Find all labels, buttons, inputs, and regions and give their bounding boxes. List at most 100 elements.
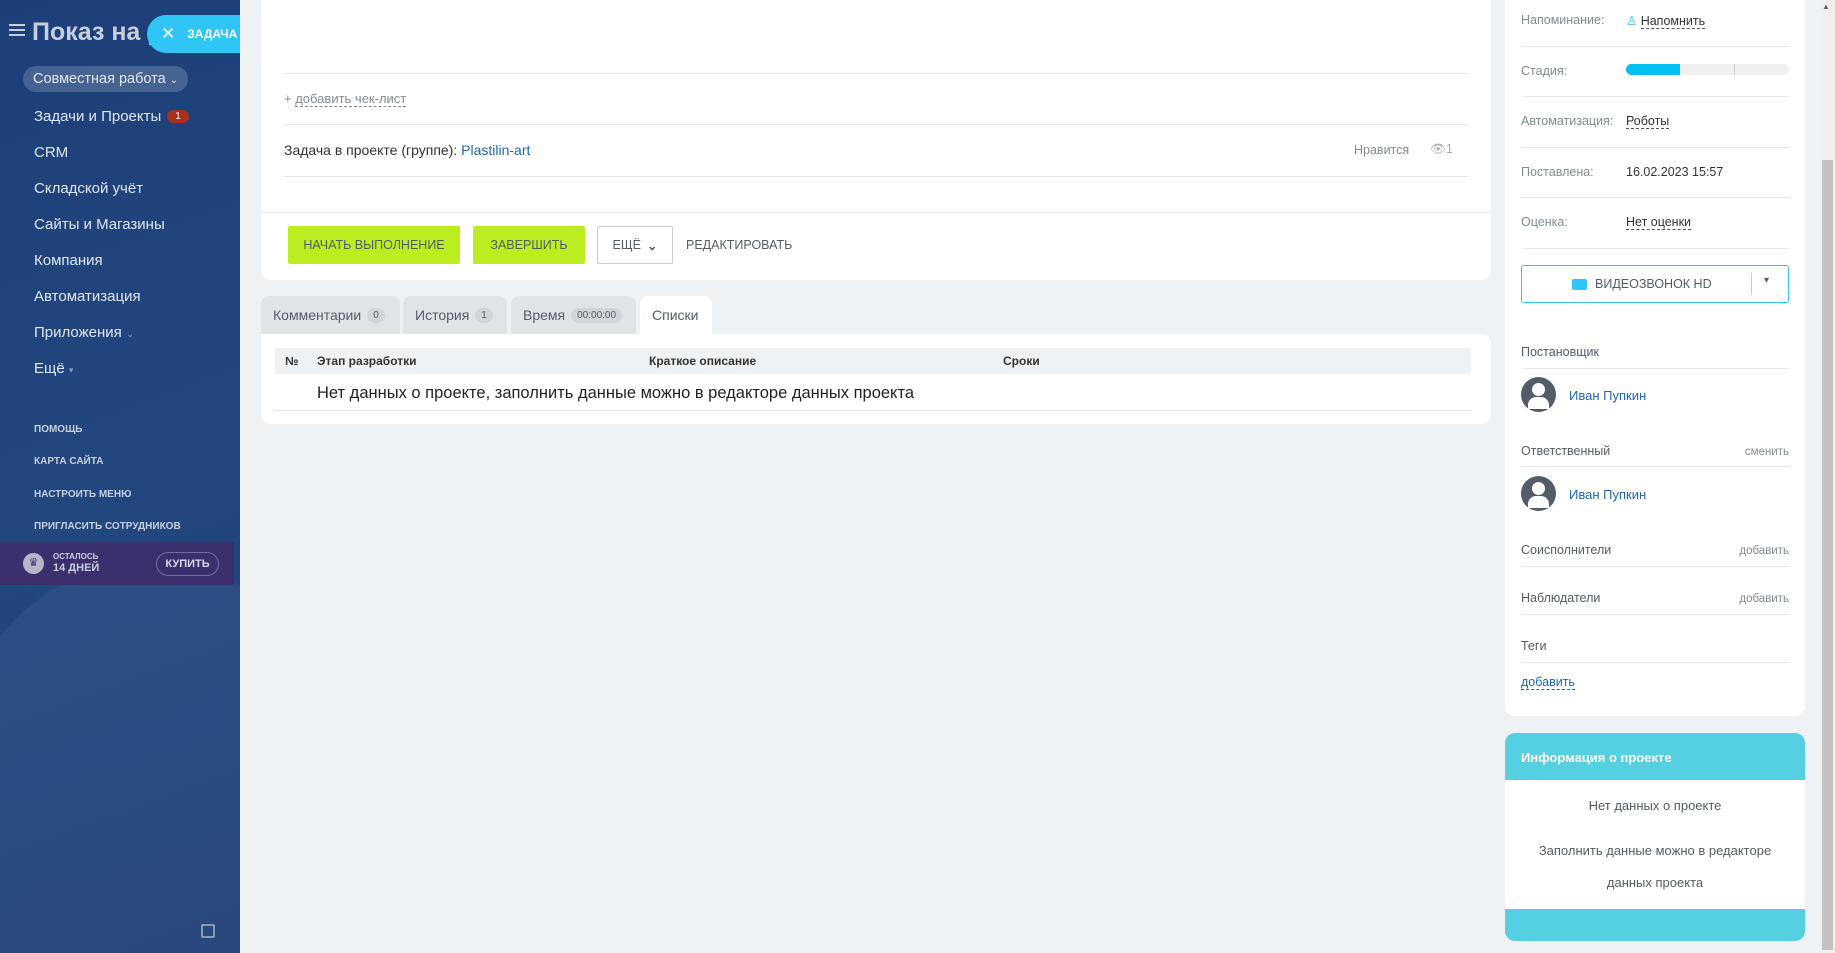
responsible-label: Ответственный [1521, 444, 1611, 458]
trial-banner: ♛ ОСТАЛОСЬ 14 ДНЕЙ КУПИТЬ [0, 542, 234, 585]
project-label: Задача в проекте (группе): [284, 142, 458, 158]
task-pill-label: ЗАДАЧА [187, 27, 238, 41]
sitemap-link[interactable]: КАРТА САЙТА [34, 456, 103, 467]
views-count: 1 [1445, 142, 1453, 156]
add-coexecutor-link[interactable]: добавить [1739, 545, 1789, 557]
stage-progress[interactable] [1626, 64, 1789, 75]
col-deadline: Сроки [1003, 354, 1040, 368]
table-header: № Этап разработки Краткое описание Сроки [275, 348, 1471, 374]
divider [1521, 197, 1789, 198]
add-tag-link[interactable]: добавить [1521, 675, 1575, 690]
tab-label: Время [523, 307, 566, 323]
label: Ещё [34, 360, 65, 377]
tab-history[interactable]: История 1 [403, 296, 507, 334]
help-link[interactable]: ПОМОЩЬ [34, 424, 82, 435]
tab-count: 00:00:00 [571, 307, 623, 323]
tags-label: Теги [1521, 639, 1547, 653]
trial-line2: 14 ДНЕЙ [53, 561, 100, 574]
add-checklist-label: добавить чек-лист [295, 91, 407, 107]
more-label: ЕЩЁ [612, 238, 641, 252]
project-info-hint: Заполнить данные можно в редакторе данны… [1538, 843, 1772, 890]
tab-label: Списки [652, 307, 699, 323]
label: Приложения [34, 324, 122, 341]
tab-label: Комментарии [273, 307, 362, 323]
robots-link[interactable]: Роботы [1626, 114, 1670, 129]
portal-title: Показ на р [32, 18, 152, 46]
change-responsible-link[interactable]: сменить [1745, 446, 1789, 458]
divider [1521, 466, 1789, 467]
sidebar-item-company[interactable]: Компания [34, 252, 103, 269]
sidebar-item-inventory[interactable]: Складской учёт [34, 180, 143, 197]
menu-icon[interactable] [9, 24, 25, 36]
caret-icon: ▾ [68, 365, 74, 375]
col-description: Краткое описание [649, 354, 757, 368]
close-task-button[interactable]: ✕ ЗАДАЧА [147, 15, 240, 53]
label: Задачи и Проекты [34, 108, 162, 125]
responsible-link[interactable]: Иван Пупкин [1569, 487, 1646, 502]
tab-label: История [415, 307, 470, 323]
bell-icon: ♙ [1626, 14, 1638, 28]
sidebar-item-automation[interactable]: Автоматизация [34, 288, 141, 305]
col-number: № [285, 354, 299, 368]
tab-count: 0 [367, 307, 385, 323]
views-counter: 👁1 [1430, 142, 1453, 157]
divider [1521, 614, 1789, 615]
divider [1521, 662, 1789, 663]
tab-time[interactable]: Время 00:00:00 [511, 296, 636, 334]
divider [284, 176, 1468, 177]
caret-down-icon[interactable]: ▾ [1764, 275, 1769, 286]
divider [275, 410, 1471, 411]
coexecutors-label: Соисполнители [1521, 543, 1612, 557]
buy-button[interactable]: КУПИТЬ [156, 552, 219, 576]
col-stage: Этап разработки [317, 354, 417, 368]
reminder-value: Напомнить [1640, 14, 1706, 29]
start-button[interactable]: НАЧАТЬ ВЫПОЛНЕНИЕ [288, 226, 460, 264]
rating-link[interactable]: Нет оценки [1626, 215, 1692, 230]
sidebar-item-crm[interactable]: CRM [34, 144, 68, 161]
reminder-label: Напоминание: [1521, 13, 1605, 27]
project-info-card: Информация о проекте Нет данных о проект… [1505, 733, 1805, 941]
close-icon: ✕ [161, 24, 176, 43]
sidebar: Показ на р ✕ ЗАДАЧА Совместная работа ⌄ З… [0, 0, 240, 953]
empty-table-message: Нет данных о проекте, заполнить данные м… [317, 384, 915, 402]
divider [284, 73, 1468, 74]
printer-icon[interactable] [201, 924, 215, 938]
project-link[interactable]: Plastilin-art [461, 142, 530, 158]
divider [1521, 248, 1789, 249]
chevron-down-icon: ⌄ [125, 329, 135, 340]
scrollbar-thumb[interactable] [1822, 160, 1833, 950]
camera-icon [1572, 278, 1587, 290]
created-value: 16.02.2023 15:57 [1626, 165, 1724, 179]
scroll-up-icon[interactable]: ▲ [1822, 2, 1830, 11]
created-label: Поставлена: [1521, 165, 1594, 179]
creator-link[interactable]: Иван Пупкин [1569, 388, 1646, 403]
add-checklist-link[interactable]: + добавить чек-лист [284, 91, 407, 107]
video-call-button[interactable]: ВИДЕОЗВОНОК HD ▾ [1521, 265, 1789, 303]
group-selector[interactable]: Совместная работа ⌄ [23, 66, 189, 92]
more-button[interactable]: ЕЩЁ ⌄ [597, 226, 673, 264]
tab-comments[interactable]: Комментарии 0 [261, 296, 400, 334]
invite-link[interactable]: ПРИГЛАСИТЬ СОТРУДНИКОВ [34, 521, 181, 532]
add-observer-link[interactable]: добавить [1739, 593, 1789, 605]
sidebar-item-tasks[interactable]: Задачи и Проекты 1 [34, 108, 189, 125]
crown-icon: ♛ [23, 553, 44, 574]
sidebar-item-more[interactable]: Ещё ▾ [34, 360, 73, 377]
like-button[interactable]: Нравится [1354, 143, 1409, 157]
sidebar-item-sites[interactable]: Сайты и Магазины [34, 216, 165, 233]
divider [284, 124, 1468, 125]
configure-menu-link[interactable]: НАСТРОИТЬ МЕНЮ [34, 489, 131, 500]
avatar [1521, 377, 1556, 412]
finish-button[interactable]: ЗАВЕРШИТЬ [473, 226, 585, 264]
divider [1521, 46, 1789, 47]
divider [1521, 147, 1789, 148]
project-info-title: Информация о проекте [1521, 750, 1672, 765]
edit-button[interactable]: РЕДАКТИРОВАТЬ [686, 238, 792, 252]
counter-badge: 1 [167, 110, 189, 123]
tab-lists[interactable]: Списки [640, 296, 712, 334]
chevron-down-icon: ⌄ [169, 75, 179, 86]
trial-line1: ОСТАЛОСЬ [53, 552, 99, 562]
eye-icon: 👁 [1430, 142, 1446, 156]
sidebar-item-apps[interactable]: Приложения ⌄ [34, 324, 134, 341]
reminder-link[interactable]: ♙ Напомнить [1626, 13, 1706, 29]
scrollbar[interactable]: ▲ [1820, 0, 1835, 953]
